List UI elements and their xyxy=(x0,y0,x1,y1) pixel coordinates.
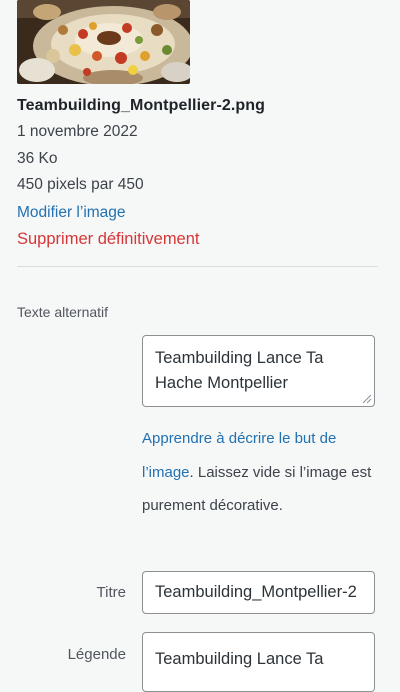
delete-permanently-link[interactable]: Supprimer définitivement xyxy=(17,226,387,253)
resize-handle-icon[interactable] xyxy=(361,393,372,404)
alt-text-field[interactable]: Teambuilding Lance Ta Hache Montpellier xyxy=(142,335,375,407)
upload-date: 1 novembre 2022 xyxy=(17,123,138,140)
attachment-thumbnail[interactable] xyxy=(17,0,190,84)
attachment-details: Teambuilding_Montpellier-2.png 1 novembr… xyxy=(17,93,387,253)
file-size: 36 Ko xyxy=(17,149,58,167)
image-dimensions: 450 pixels par 450 xyxy=(17,176,144,193)
alt-text-description: Apprendre à décrire le but de l’image. L… xyxy=(142,422,380,523)
title-label: Titre xyxy=(96,584,126,601)
caption-field[interactable]: Teambuilding Lance Ta xyxy=(142,632,375,692)
edit-image-link[interactable]: Modifier l’image xyxy=(17,199,387,226)
title-field[interactable] xyxy=(142,571,375,614)
alt-text-label: Texte alternatif xyxy=(17,304,109,320)
file-name: Teambuilding_Montpellier-2.png xyxy=(17,97,266,114)
thumbnail-image xyxy=(17,0,190,84)
caption-label: Légende xyxy=(67,646,126,663)
section-divider xyxy=(17,266,378,267)
